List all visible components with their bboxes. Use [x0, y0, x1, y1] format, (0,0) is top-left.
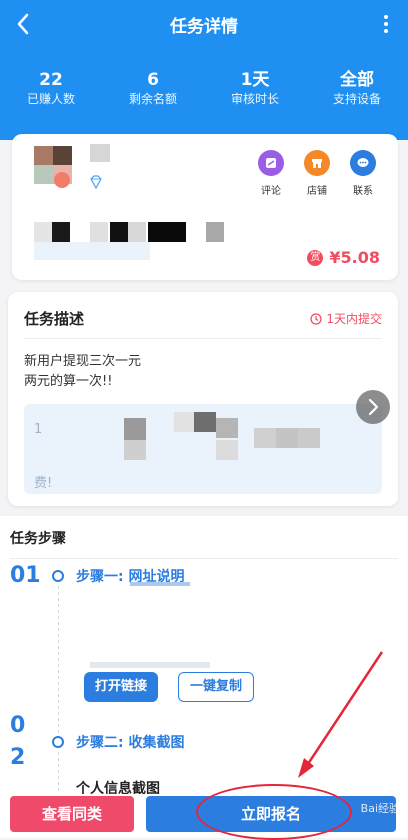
shop-icon	[304, 150, 330, 176]
timeline-dot	[52, 736, 64, 748]
publisher-actions: 评论 店铺 联系	[256, 150, 378, 197]
level-badge-icon	[54, 172, 70, 188]
divider	[10, 558, 398, 559]
deadline: 1天内提交	[310, 310, 382, 327]
reward-coin-icon: 赏	[307, 249, 324, 266]
detail-text-end: 费!	[34, 476, 53, 491]
deadline-text: 1天内提交	[326, 312, 382, 326]
open-link-button[interactable]: 打开链接	[84, 672, 158, 702]
comment-button[interactable]: 评论	[256, 150, 286, 197]
contact-label: 联系	[353, 186, 373, 197]
copy-button[interactable]: 一键复制	[178, 672, 254, 702]
description-line: 新用户提现三次一元	[24, 354, 142, 369]
timeline-line	[58, 586, 59, 736]
description-title: 任务描述	[24, 310, 85, 328]
description-detail-box: 1 费!	[24, 404, 382, 494]
step-number: 0	[10, 713, 26, 738]
bottom-bar: 查看同类 立即报名	[0, 794, 408, 838]
description-text: 新用户提现三次一元 两元的算一次!!	[24, 352, 141, 392]
header: 任务详情 22 已赚人数 6 剩余名额 1天 审核时长 全部 支持设备	[0, 0, 408, 140]
shop-label: 店铺	[307, 186, 327, 197]
more-icon[interactable]	[374, 12, 398, 36]
reward: 赏 ¥5.08	[307, 248, 380, 267]
step-number: 2	[10, 745, 26, 770]
page-title: 任务详情	[170, 17, 238, 37]
chevron-right-icon	[368, 398, 379, 416]
step1-content-redacted	[90, 662, 210, 668]
contact-button[interactable]: 联系	[348, 150, 378, 197]
step-number: 01	[10, 563, 41, 588]
shop-button[interactable]: 店铺	[302, 150, 332, 197]
detail-text-start: 1	[34, 422, 43, 437]
step2-label: 步骤二: 收集截图	[76, 735, 185, 751]
stat-value: 22	[39, 70, 63, 90]
stat-remaining: 6 剩余名额	[102, 70, 204, 108]
stat-label: 已赚人数	[26, 92, 75, 106]
apply-button[interactable]: 立即报名	[146, 796, 396, 832]
timeline-dot	[52, 570, 64, 582]
next-image-button[interactable]	[356, 390, 390, 424]
publisher-name-redacted	[90, 144, 110, 162]
stat-label: 剩余名额	[128, 92, 177, 106]
stat-value: 全部	[340, 70, 374, 90]
clock-icon	[310, 312, 323, 325]
publisher-card: 评论 店铺 联系 赏 ¥5.08	[12, 134, 398, 280]
stat-review-time: 1天 审核时长	[204, 70, 306, 108]
task-description-card: 任务描述 1天内提交 新用户提现三次一元 两元的算一次!! 1 费!	[8, 292, 398, 506]
comment-label: 评论	[261, 186, 281, 197]
timeline-line	[58, 752, 59, 794]
stat-devices: 全部 支持设备	[306, 70, 408, 108]
nav-bar: 任务详情	[0, 0, 408, 48]
step1-label-underline	[130, 582, 190, 586]
stat-value: 1天	[240, 70, 270, 90]
stat-value: 6	[147, 70, 159, 90]
chat-icon	[350, 150, 376, 176]
comment-icon	[258, 150, 284, 176]
steps-title: 任务步骤	[10, 531, 66, 547]
watermark: Bai经验	[360, 802, 400, 815]
task-steps-section: 任务步骤 01 步骤一: 网址说明 打开链接 一键复制 0 2 步骤二: 收集截…	[0, 516, 408, 797]
task-title-redacted	[34, 222, 234, 244]
stat-label: 支持设备	[332, 92, 381, 106]
reward-amount: ¥5.08	[329, 248, 380, 267]
view-similar-button[interactable]: 查看同类	[10, 796, 134, 832]
stat-earned: 22 已赚人数	[0, 70, 102, 108]
divider	[24, 338, 382, 339]
description-line: 两元的算一次!!	[24, 374, 113, 389]
stat-label: 审核时长	[230, 92, 279, 106]
task-stats: 22 已赚人数 6 剩余名额 1天 审核时长 全部 支持设备	[0, 70, 408, 108]
task-tag-redacted	[34, 242, 150, 260]
diamond-icon	[90, 175, 102, 190]
